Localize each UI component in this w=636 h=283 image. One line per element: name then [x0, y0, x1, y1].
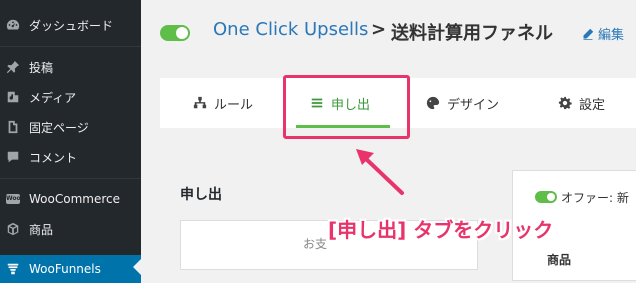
- sidebar-divider: [0, 46, 141, 47]
- breadcrumb-separator: >: [371, 19, 387, 40]
- sidebar-item-comments[interactable]: コメント: [0, 143, 141, 171]
- comment-icon: [6, 150, 20, 164]
- box-icon: [6, 222, 20, 236]
- funnel-icon: [6, 262, 20, 276]
- page-title: 送料計算用ファネル: [391, 23, 553, 44]
- woo-icon: Woo: [6, 194, 21, 204]
- tab-label: 設定: [579, 97, 606, 113]
- offer-name-label: オファー: 新: [561, 191, 629, 205]
- sitemap-icon: [193, 96, 207, 109]
- sidebar-item-posts[interactable]: 投稿: [0, 53, 141, 81]
- page-icon: [6, 120, 20, 134]
- offer-placeholder-text: お支: [303, 237, 328, 251]
- sidebar-item-label: コメント: [29, 150, 78, 165]
- sidebar-item-label: 固定ページ: [29, 120, 89, 135]
- active-menu-arrow: [133, 259, 141, 275]
- tab-design[interactable]: デザイン: [426, 78, 499, 128]
- tab-label: ルール: [214, 97, 254, 113]
- admin-sidebar: ダッシュボード 投稿 メディア 固定ページ コメント Woo WooCommer…: [0, 0, 141, 283]
- palette-icon: [426, 96, 440, 110]
- sidebar-item-woocommerce[interactable]: Woo WooCommerce: [0, 185, 141, 213]
- sidebar-item-products[interactable]: 商品: [0, 215, 141, 243]
- product-column-header: 商品: [547, 253, 572, 267]
- offer-status-toggle[interactable]: [535, 191, 557, 203]
- gear-icon: [558, 96, 572, 110]
- media-icon: [6, 90, 20, 104]
- funnel-status-toggle[interactable]: [160, 25, 190, 41]
- sidebar-item-woofunnels[interactable]: WooFunnels: [0, 255, 141, 283]
- annotation-callout: [申し出] タブをクリック: [328, 218, 554, 242]
- dashboard-icon: [6, 18, 20, 32]
- sidebar-item-label: WooCommerce: [29, 192, 120, 206]
- toggle-knob: [547, 193, 555, 201]
- sidebar-item-dashboard[interactable]: ダッシュボード: [0, 11, 141, 39]
- edit-label: 編集: [598, 28, 625, 43]
- sidebar-item-label: WooFunnels: [29, 262, 101, 276]
- sidebar-item-label: 投稿: [29, 60, 54, 75]
- sidebar-item-pages[interactable]: 固定ページ: [0, 113, 141, 141]
- tab-rules[interactable]: ルール: [193, 78, 253, 128]
- pin-icon: [6, 60, 20, 74]
- breadcrumb-brand-link[interactable]: One Click Upsells: [213, 19, 368, 40]
- pencil-icon: [583, 28, 594, 40]
- section-title: 申し出: [180, 187, 222, 203]
- tab-label: デザイン: [447, 97, 500, 113]
- tab-settings[interactable]: 設定: [558, 78, 605, 128]
- tab-highlight-box: [283, 75, 410, 139]
- sidebar-item-label: メディア: [29, 90, 77, 105]
- sidebar-divider: [0, 178, 141, 179]
- sidebar-item-label: ダッシュボード: [29, 18, 114, 33]
- sidebar-item-label: 商品: [29, 222, 54, 237]
- annotation-arrow-icon: [356, 149, 404, 195]
- sidebar-item-media[interactable]: メディア: [0, 83, 141, 111]
- toggle-knob: [176, 27, 188, 39]
- edit-title-link[interactable]: 編集: [582, 24, 624, 43]
